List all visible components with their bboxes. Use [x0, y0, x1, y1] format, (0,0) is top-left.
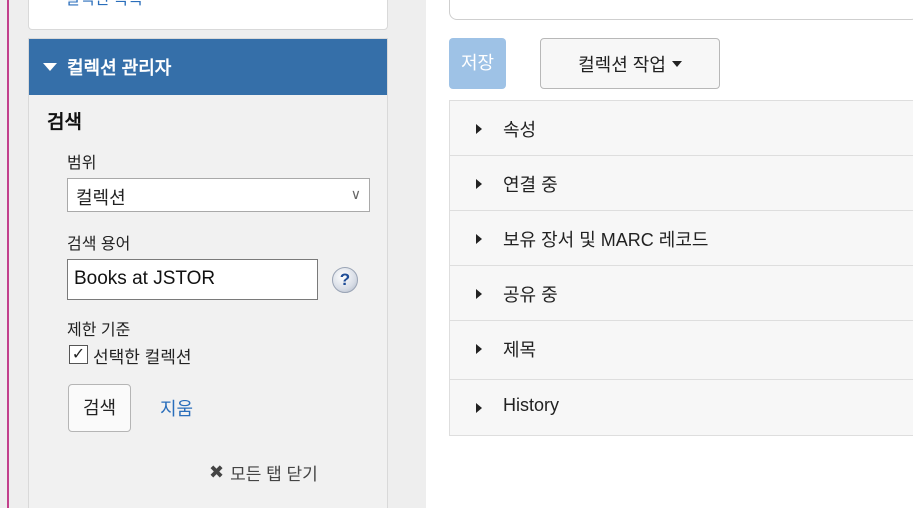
previous-panel-label[interactable]: 컬렉션 목록 — [65, 0, 143, 9]
scope-select[interactable]: 컬렉션 ∨ — [67, 178, 370, 212]
collection-manager-panel: 컬렉션 관리자 검색 범위 컬렉션 ∨ 검색 용어 Books at JSTOR… — [28, 38, 388, 508]
close-all-tabs-link[interactable]: ✖ 모든 탭 닫기 — [209, 460, 318, 485]
page: 컬렉션 목록 컬렉션 관리자 검색 범위 컬렉션 ∨ 검색 용어 Books a… — [0, 0, 913, 508]
section-linking[interactable]: 연결 중 — [449, 155, 913, 210]
chevron-down-icon: ∨ — [350, 186, 361, 202]
save-button[interactable]: 저장 — [449, 38, 506, 89]
collection-manager-header[interactable]: 컬렉션 관리자 — [29, 39, 387, 95]
section-label: 연결 중 — [503, 175, 558, 195]
selected-collections-label[interactable]: 선택한 컬렉션 — [93, 343, 192, 368]
selected-collections-checkbox[interactable]: ✓ — [69, 345, 88, 364]
section-titles[interactable]: 제목 — [449, 320, 913, 379]
expand-arrow-icon — [476, 179, 482, 189]
section-sharing[interactable]: 공유 중 — [449, 265, 913, 320]
search-term-label: 검색 용어 — [67, 236, 131, 253]
search-term-input[interactable]: Books at JSTOR — [67, 259, 318, 300]
section-history[interactable]: History — [449, 379, 913, 436]
section-properties[interactable]: 속성 — [449, 100, 913, 155]
collapse-triangle-icon — [43, 63, 57, 71]
scope-select-value: 컬렉션 — [76, 188, 126, 208]
help-icon[interactable]: ? — [332, 267, 358, 293]
close-all-tabs-label: 모든 탭 닫기 — [230, 465, 318, 484]
section-label: 공유 중 — [503, 285, 558, 305]
collection-actions-label: 컬렉션 작업 — [578, 54, 666, 75]
scope-label: 범위 — [67, 155, 97, 172]
sidebar: 컬렉션 목록 컬렉션 관리자 검색 범위 컬렉션 ∨ 검색 용어 Books a… — [28, 0, 390, 508]
section-label: History — [503, 395, 560, 415]
collection-manager-title: 컬렉션 관리자 — [67, 58, 172, 78]
section-accordion: 속성 연결 중 보유 장서 및 MARC 레코드 공유 중 제목 History — [449, 100, 913, 436]
previous-panel: 컬렉션 목록 — [28, 0, 388, 30]
close-icon: ✖ — [209, 462, 225, 482]
section-label: 제목 — [503, 340, 537, 360]
expand-arrow-icon — [476, 289, 482, 299]
search-heading: 검색 — [47, 112, 82, 133]
collection-actions-button[interactable]: 컬렉션 작업 — [540, 38, 720, 89]
clear-link[interactable]: 지움 — [160, 395, 193, 421]
caret-down-icon — [671, 60, 682, 67]
top-input-field[interactable] — [449, 0, 913, 20]
section-label: 보유 장서 및 MARC 레코드 — [503, 230, 709, 250]
section-holdings-marc[interactable]: 보유 장서 및 MARC 레코드 — [449, 210, 913, 265]
section-label: 속성 — [503, 120, 537, 140]
main-content: 저장 컬렉션 작업 속성 연결 중 보유 장서 및 MARC 레코드 공유 중 — [426, 0, 913, 508]
search-button[interactable]: 검색 — [68, 384, 131, 432]
limit-label: 제한 기준 — [67, 322, 131, 339]
expand-arrow-icon — [476, 234, 482, 244]
expand-arrow-icon — [476, 124, 482, 134]
left-accent-rule — [7, 0, 9, 508]
expand-arrow-icon — [476, 403, 482, 413]
expand-arrow-icon — [476, 344, 482, 354]
